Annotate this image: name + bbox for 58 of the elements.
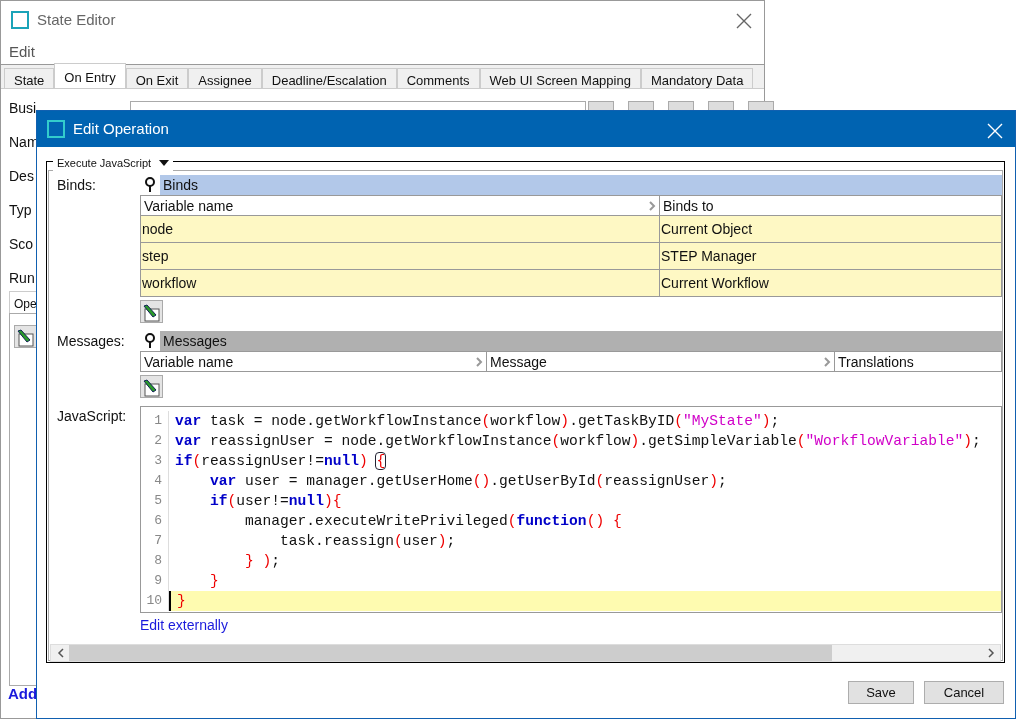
code-line: } — [209, 572, 220, 591]
column-header[interactable]: Variable name — [141, 195, 660, 216]
column-header[interactable]: Translations — [835, 351, 1002, 372]
table-cell: node — [141, 216, 660, 243]
tab[interactable]: Web UI Screen Mapping — [479, 68, 641, 88]
tab[interactable]: Deadline/Escalation — [261, 68, 397, 88]
field-label: JavaScript: — [56, 407, 128, 426]
dialog-title: Edit Operation — [73, 118, 169, 139]
window-icon — [47, 120, 65, 138]
tab[interactable]: On Exit — [125, 68, 189, 88]
column-header[interactable]: Binds to — [660, 195, 1002, 216]
tab[interactable]: State — [4, 68, 55, 88]
menu-item[interactable]: Edit — [9, 43, 35, 60]
table-cell: STEP Manager — [660, 243, 1002, 270]
code-line: if(user!=null){ — [209, 492, 343, 511]
field-label: Run — [9, 269, 35, 288]
column-header[interactable]: Variable name — [141, 351, 487, 372]
edit-externally-link[interactable]: Edit externally — [140, 615, 228, 636]
table-title: Messages — [160, 331, 1002, 351]
code-line: task.reassign(user); — [279, 532, 457, 551]
cancel-button[interactable]: Cancel — [924, 681, 1004, 704]
column-header[interactable]: Message — [487, 351, 835, 372]
add-button[interactable] — [14, 325, 37, 348]
code-line: var task = node.getWorkflowInstance(workflow).getTaskByID("MyState"); — [174, 412, 781, 431]
window-icon — [11, 11, 29, 29]
table-cell: Current Object — [660, 216, 1002, 243]
field-label: Typ — [9, 201, 32, 220]
chevron-icon — [476, 356, 483, 367]
code-line: } ); — [244, 552, 282, 571]
tab[interactable]: Assignee — [188, 68, 262, 88]
add-button[interactable] — [140, 300, 163, 323]
line-number: 10 — [141, 591, 169, 611]
save-button[interactable]: Save — [848, 681, 914, 704]
tab[interactable]: On Entry — [54, 63, 126, 88]
field-label: Busi — [9, 99, 37, 118]
window-title: State Editor — [37, 9, 116, 30]
table-title: Binds — [160, 175, 1002, 195]
code-editor[interactable] — [140, 406, 1002, 613]
tab[interactable]: Mandatory Data — [640, 68, 754, 88]
code-line: if(reassignUser!=null) { — [174, 452, 387, 471]
chevron-icon — [649, 200, 656, 211]
table-cell: Current Workflow — [660, 270, 1002, 297]
add-link[interactable]: Add — [8, 683, 38, 706]
code-line: var reassignUser = node.getWorkflowInstance(workflow).getSimpleVariable("WorkflowVariable"); — [174, 432, 982, 451]
field-label: Des — [9, 167, 34, 186]
table-cell: step — [141, 243, 660, 270]
chevron-icon — [824, 356, 831, 367]
field-label: Sco — [9, 235, 34, 254]
field-label: Messages: — [56, 332, 126, 351]
code-line: } — [169, 591, 1001, 611]
horizontal-scrollbar[interactable] — [50, 644, 1001, 662]
code-line: var user = manager.getUserHome().getUserById(reassignUser); — [209, 472, 728, 491]
table-cell: workflow — [141, 270, 660, 297]
caret-icon — [159, 160, 170, 167]
tab[interactable]: Comments — [396, 68, 480, 88]
add-button[interactable] — [140, 375, 163, 398]
field-label: Binds: — [56, 176, 97, 195]
code-line: manager.executeWritePrivileged(function() { — [244, 512, 623, 531]
